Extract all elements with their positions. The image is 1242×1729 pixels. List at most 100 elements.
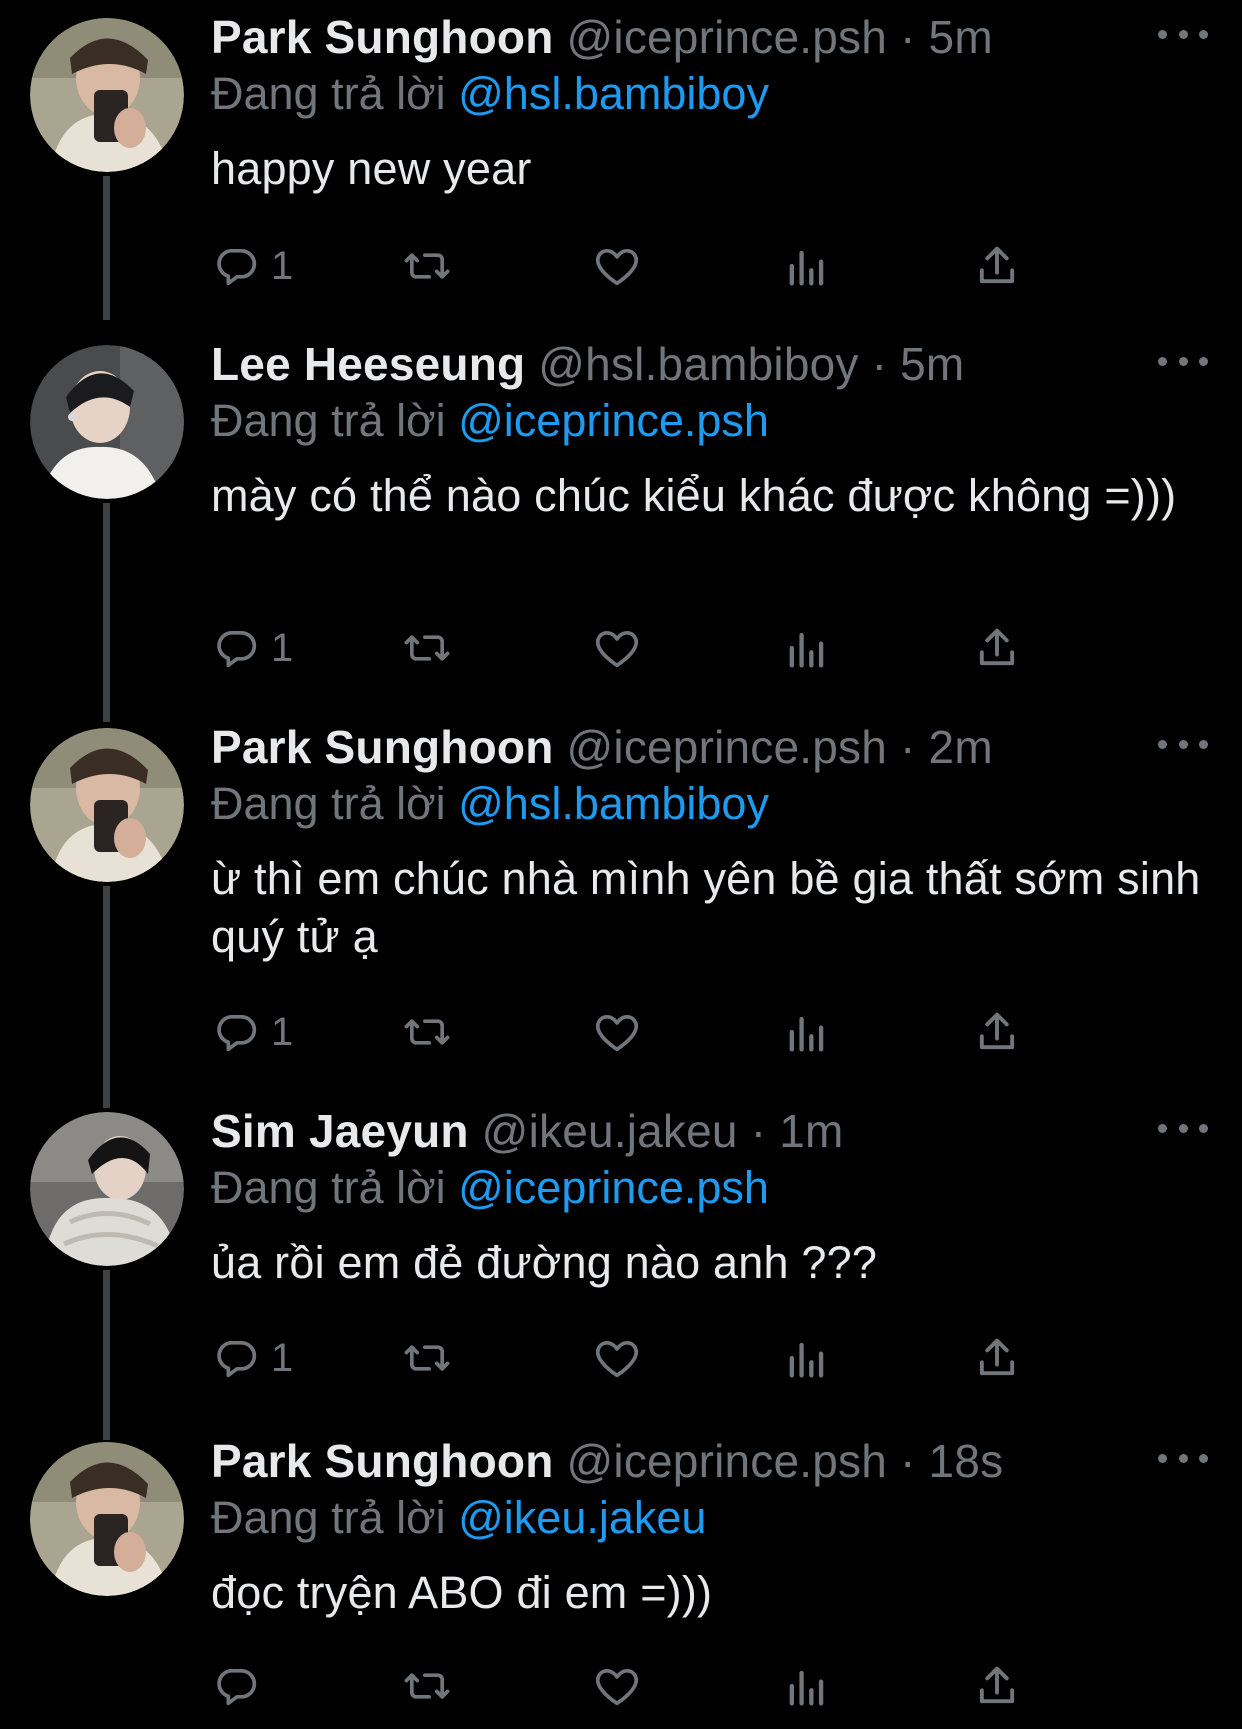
- timestamp[interactable]: 1m: [779, 1105, 843, 1157]
- reply-button[interactable]: [211, 1656, 271, 1716]
- reply-mention[interactable]: @iceprince.psh: [458, 395, 769, 446]
- separator-dot: ·: [900, 11, 916, 63]
- retweet-icon: [404, 1673, 450, 1699]
- reply-count: 1: [271, 243, 294, 288]
- tweet-text: ừ thì em chúc nhà mình yên bề gia thất s…: [211, 853, 1201, 962]
- retweet-button[interactable]: [401, 1002, 453, 1062]
- tweet-thread: Park Sunghoon @iceprince.psh · 5m Đang t…: [0, 0, 1242, 1729]
- reply-prefix: Đang trả lời: [211, 1162, 446, 1213]
- reply-prefix: Đang trả lời: [211, 68, 446, 119]
- display-name[interactable]: Park Sunghoon: [211, 11, 554, 63]
- tweet[interactable]: Lee Heeseung @hsl.bambiboy · 5m Đang trả…: [0, 308, 1242, 715]
- user-handle[interactable]: @iceprince.psh: [567, 11, 888, 63]
- reply-button[interactable]: 1: [211, 618, 293, 678]
- separator-dot: ·: [900, 1435, 916, 1487]
- reply-count: 1: [271, 625, 294, 670]
- reply-icon: [217, 1014, 257, 1052]
- tweet-actions: 1: [211, 618, 1091, 678]
- display-name[interactable]: Lee Heeseung: [211, 338, 525, 390]
- like-button[interactable]: [591, 1002, 643, 1062]
- tweet[interactable]: Park Sunghoon @iceprince.psh · 18s Đang …: [0, 1428, 1242, 1729]
- share-icon: [979, 1338, 1015, 1376]
- tweet-actions: 1: [211, 1328, 1091, 1388]
- share-button[interactable]: [971, 1656, 1023, 1716]
- reply-icon: [217, 630, 257, 668]
- reply-count: 1: [271, 1009, 294, 1054]
- retweet-button[interactable]: [401, 1656, 453, 1716]
- more-icon[interactable]: [1158, 1110, 1208, 1146]
- display-name[interactable]: Park Sunghoon: [211, 721, 554, 773]
- like-button[interactable]: [591, 618, 643, 678]
- user-handle[interactable]: @hsl.bambiboy: [538, 338, 858, 390]
- more-icon[interactable]: [1158, 1440, 1208, 1476]
- like-button[interactable]: [591, 1656, 643, 1716]
- separator-dot: ·: [750, 1105, 767, 1157]
- thread-connector: [103, 1428, 110, 1440]
- display-name[interactable]: Park Sunghoon: [211, 1435, 554, 1487]
- views-button[interactable]: [781, 1328, 833, 1388]
- reply-mention[interactable]: @ikeu.jakeu: [458, 1492, 706, 1543]
- tweet-actions: 1: [211, 1002, 1091, 1062]
- tweet[interactable]: Sim Jaeyun @ikeu.jakeu · 1m Đang trả lời…: [0, 1096, 1242, 1428]
- separator-dot: ·: [871, 338, 888, 390]
- retweet-icon: [404, 1345, 450, 1371]
- tweet[interactable]: Park Sunghoon @iceprince.psh · 2m Đang t…: [0, 710, 1242, 1096]
- share-button[interactable]: [971, 236, 1023, 296]
- reply-mention[interactable]: @hsl.bambiboy: [458, 778, 769, 829]
- avatar[interactable]: [30, 1442, 184, 1596]
- timestamp[interactable]: 5m: [929, 11, 993, 63]
- heart-icon: [595, 630, 639, 668]
- user-handle[interactable]: @ikeu.jakeu: [482, 1105, 738, 1157]
- heart-icon: [595, 1014, 639, 1052]
- more-icon[interactable]: [1158, 343, 1208, 379]
- tweet[interactable]: Park Sunghoon @iceprince.psh · 5m Đang t…: [0, 8, 1242, 316]
- tweet-actions: 1: [211, 236, 1091, 296]
- reply-mention[interactable]: @hsl.bambiboy: [458, 68, 769, 119]
- views-icon: [789, 1342, 824, 1378]
- views-button[interactable]: [781, 236, 833, 296]
- timestamp[interactable]: 5m: [900, 338, 964, 390]
- views-button[interactable]: [781, 618, 833, 678]
- reply-mention[interactable]: @iceprince.psh: [458, 1162, 769, 1213]
- reply-prefix: Đang trả lời: [211, 778, 446, 829]
- retweet-button[interactable]: [401, 1328, 453, 1388]
- reply-button[interactable]: 1: [211, 1002, 293, 1062]
- reply-button[interactable]: 1: [211, 236, 293, 296]
- thread-connector: [103, 1096, 110, 1108]
- display-name[interactable]: Sim Jaeyun: [211, 1105, 469, 1157]
- avatar[interactable]: [30, 1112, 184, 1266]
- thread-connector: [103, 308, 110, 320]
- user-handle[interactable]: @iceprince.psh: [567, 1435, 888, 1487]
- user-handle[interactable]: @iceprince.psh: [567, 721, 888, 773]
- timestamp[interactable]: 2m: [929, 721, 993, 773]
- thread-connector: [103, 503, 110, 715]
- reply-count: 1: [271, 1335, 294, 1380]
- tweet-text: mày có thể nào chúc kiểu khác được không…: [211, 470, 1177, 521]
- views-icon: [789, 632, 824, 668]
- timestamp[interactable]: 18s: [929, 1435, 1004, 1487]
- views-icon: [789, 1670, 824, 1706]
- thread-connector: [103, 1270, 110, 1428]
- more-icon[interactable]: [1158, 16, 1208, 52]
- reply-button[interactable]: 1: [211, 1328, 293, 1388]
- views-button[interactable]: [781, 1656, 833, 1716]
- like-button[interactable]: [591, 236, 643, 296]
- retweet-icon: [404, 1019, 450, 1045]
- share-button[interactable]: [971, 618, 1023, 678]
- avatar[interactable]: [30, 345, 184, 499]
- heart-icon: [595, 1340, 639, 1378]
- reply-icon: [217, 1340, 257, 1378]
- avatar[interactable]: [30, 18, 184, 172]
- share-icon: [979, 1666, 1015, 1704]
- avatar[interactable]: [30, 728, 184, 882]
- retweet-button[interactable]: [401, 236, 453, 296]
- share-icon: [979, 246, 1015, 284]
- retweet-icon: [404, 635, 450, 661]
- retweet-button[interactable]: [401, 618, 453, 678]
- like-button[interactable]: [591, 1328, 643, 1388]
- share-button[interactable]: [971, 1002, 1023, 1062]
- more-icon[interactable]: [1158, 726, 1208, 762]
- views-button[interactable]: [781, 1002, 833, 1062]
- views-icon: [789, 1016, 824, 1052]
- share-button[interactable]: [971, 1328, 1023, 1388]
